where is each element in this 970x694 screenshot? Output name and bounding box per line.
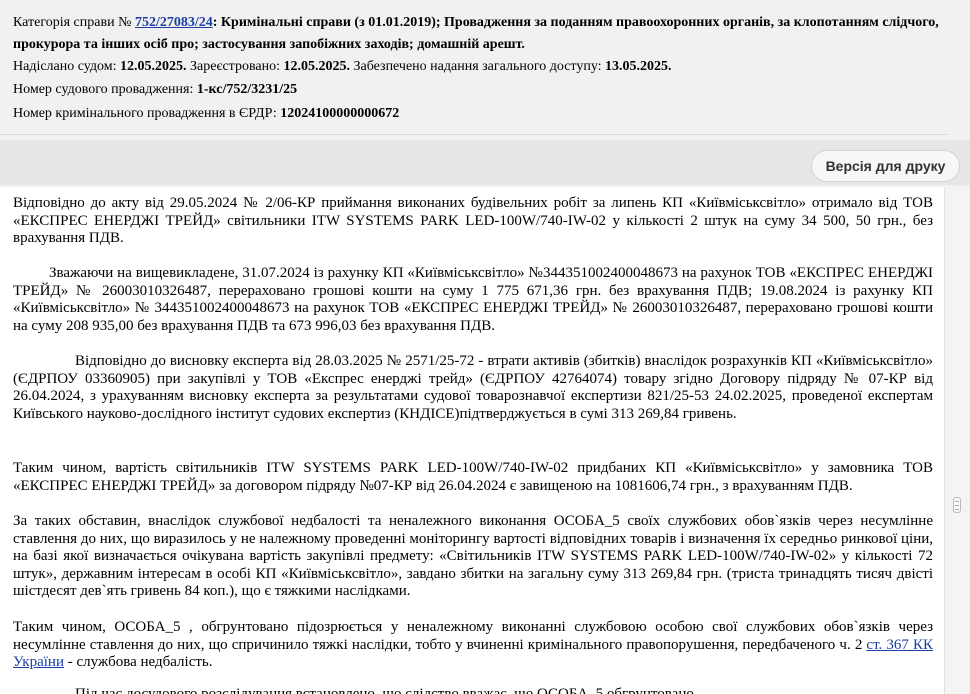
paragraph-6-tail: - службова недбалість. (63, 654, 213, 670)
case-number-link[interactable]: 752/27083/24 (135, 15, 213, 30)
case-info-panel: Категорія справи № 752/27083/24: Криміна… (0, 0, 948, 135)
erdr-label: Номер кримінального провадження в ЄРДР: (13, 106, 281, 121)
category-label: Категорія справи № (13, 15, 135, 30)
court-proceeding-line: Номер судового провадження: 1-кс/752/323… (13, 81, 297, 98)
registered-date: 12.05.2025. (283, 59, 350, 74)
category-line-2: прокурора та інших осіб про; застосуванн… (13, 36, 525, 53)
category-line: Категорія справи № 752/27083/24: Криміна… (13, 14, 939, 31)
sent-date: 12.05.2025. (120, 59, 187, 74)
category-value: Кримінальні справи (з 01.01.2019); Прова… (220, 15, 939, 30)
erdr-number: 12024100000000672 (280, 106, 400, 121)
paragraph-6-text: Таким чином, ОСОБА_5 , обгрунтовано підо… (13, 619, 933, 653)
document-body: Відповідно до акту від 29.05.2024 № 2/06… (0, 187, 944, 694)
category-separator: : (212, 15, 221, 30)
paragraph-5-text: За таких обставин, внаслідок службової н… (13, 513, 933, 599)
paragraph-5: За таких обставин, внаслідок службової н… (13, 513, 933, 601)
paragraph-7: Під час досудового розслідування встанов… (75, 686, 694, 694)
paragraph-6: Таким чином, ОСОБА_5 , обгрунтовано підо… (13, 619, 933, 672)
paragraph-2: Зважаючи на вищевикладене, 31.07.2024 із… (13, 265, 933, 334)
print-version-button[interactable]: Версія для друку (811, 150, 960, 182)
court-proceeding-number: 1-кс/752/3231/25 (196, 82, 298, 97)
access-label: Забезпечено надання загального доступу: (349, 59, 606, 74)
court-proceeding-label: Номер судового провадження: (13, 82, 197, 97)
vertical-scrollbar[interactable] (944, 187, 970, 694)
sent-label: Надіслано судом: (13, 59, 120, 74)
paragraph-3: Відповідно до висновку експерта від 28.0… (13, 353, 933, 422)
scroll-thumb-grip-icon[interactable] (953, 497, 961, 513)
access-date: 13.05.2025. (605, 59, 672, 74)
paragraph-1: Відповідно до акту від 29.05.2024 № 2/06… (13, 195, 933, 246)
paragraph-4: Таким чином, вартість світильників ITW S… (13, 460, 933, 494)
registered-label: Зареєстровано: (186, 59, 284, 74)
category-value-cont: прокурора та інших осіб про; застосуванн… (13, 37, 525, 52)
dates-line: Надіслано судом: 12.05.2025. Зареєстрова… (13, 58, 672, 75)
erdr-line: Номер кримінального провадження в ЄРДР: … (13, 105, 399, 122)
